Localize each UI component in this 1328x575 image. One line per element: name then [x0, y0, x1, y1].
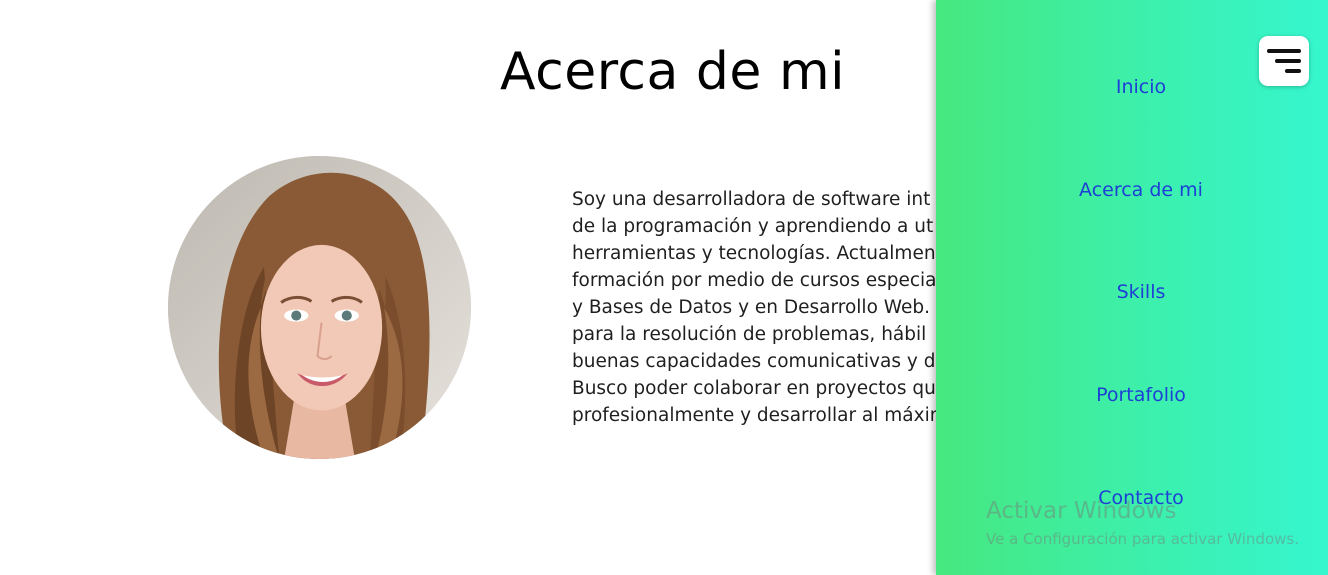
page: Acerca de mi Soy una desarrolladora de s… [0, 0, 1328, 575]
nav-item-skills: Skills [936, 281, 1328, 303]
profile-photo-illustration [168, 156, 471, 459]
watermark-subtitle: Ve a Configuración para activar Windows. [986, 530, 1299, 548]
menu-icon-bar [1275, 59, 1301, 63]
nav-link-portafolio[interactable]: Portafolio [1096, 384, 1186, 406]
nav-menu-panel: Inicio Acerca de mi Skills Portafolio Co… [936, 0, 1328, 575]
nav-link-acerca[interactable]: Acerca de mi [1079, 179, 1203, 201]
nav-link-skills[interactable]: Skills [1117, 281, 1166, 303]
menu-icon-bar [1267, 49, 1301, 53]
nav-item-acerca: Acerca de mi [936, 179, 1328, 201]
profile-photo [168, 156, 471, 459]
windows-activation-watermark: Activar Windows Ve a Configuración para … [986, 498, 1299, 548]
nav-item-portafolio: Portafolio [936, 384, 1328, 406]
watermark-title: Activar Windows [986, 498, 1177, 524]
menu-icon-bar [1285, 69, 1301, 73]
menu-toggle-button[interactable] [1259, 36, 1309, 86]
nav-link-inicio[interactable]: Inicio [1116, 76, 1166, 98]
